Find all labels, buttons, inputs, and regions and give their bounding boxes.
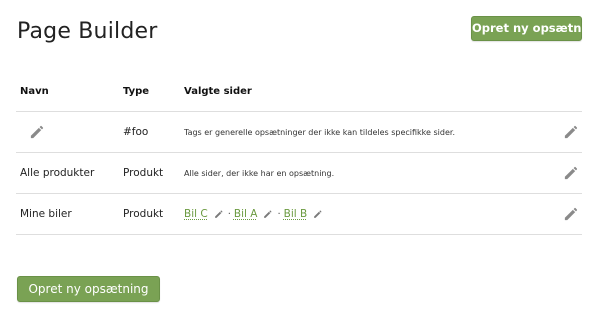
column-header-type: Type	[123, 86, 150, 97]
edit-page-pencil-icon[interactable]	[214, 210, 223, 219]
page-link-bil-c[interactable]: Bil C	[184, 208, 208, 220]
edit-row-pencil-icon[interactable]	[562, 206, 578, 222]
selected-pages-list: Bil C · Bil A · Bil B	[184, 194, 322, 234]
page-title: Page Builder	[17, 19, 158, 44]
table-header-row: Navn Type Valgte sider	[16, 72, 582, 112]
edit-name-pencil-icon[interactable]	[28, 124, 44, 140]
setups-table: Navn Type Valgte sider #foo Tags er gene…	[16, 72, 582, 235]
edit-page-pencil-icon[interactable]	[313, 210, 322, 219]
page-separator: ·	[227, 208, 231, 220]
pages-note: Tags er generelle opsætninger der ikke k…	[184, 127, 455, 137]
page-link-bil-b[interactable]: Bil B	[284, 208, 308, 220]
table-row: Alle produkter Produkt Alle sider, der i…	[16, 153, 582, 194]
page-link-bil-a[interactable]: Bil A	[234, 208, 258, 220]
page-separator: ·	[277, 208, 281, 220]
type-cell: Produkt	[123, 167, 164, 179]
column-header-name: Navn	[20, 86, 49, 97]
pages-note: Alle sider, der ikke har en opsætning.	[184, 168, 335, 178]
row-edit-cell	[562, 112, 578, 152]
edit-row-pencil-icon[interactable]	[562, 165, 578, 181]
name-cell: Alle produkter	[20, 167, 95, 179]
name-cell	[20, 112, 44, 152]
edit-row-pencil-icon[interactable]	[562, 124, 578, 140]
type-cell: #foo	[123, 126, 149, 138]
row-edit-cell	[562, 153, 578, 193]
table-row: #foo Tags er generelle opsætninger der i…	[16, 112, 582, 153]
column-header-selected-pages: Valgte sider	[184, 86, 252, 97]
create-setup-button-top[interactable]: Opret ny opsætning	[471, 16, 600, 41]
row-edit-cell	[562, 194, 578, 234]
name-cell: Mine biler	[20, 208, 72, 220]
edit-page-pencil-icon[interactable]	[263, 210, 272, 219]
table-row: Mine biler Produkt Bil C · Bil A · Bil B	[16, 194, 582, 235]
create-setup-button-bottom[interactable]: Opret ny opsætning	[17, 276, 160, 302]
type-cell: Produkt	[123, 208, 164, 220]
